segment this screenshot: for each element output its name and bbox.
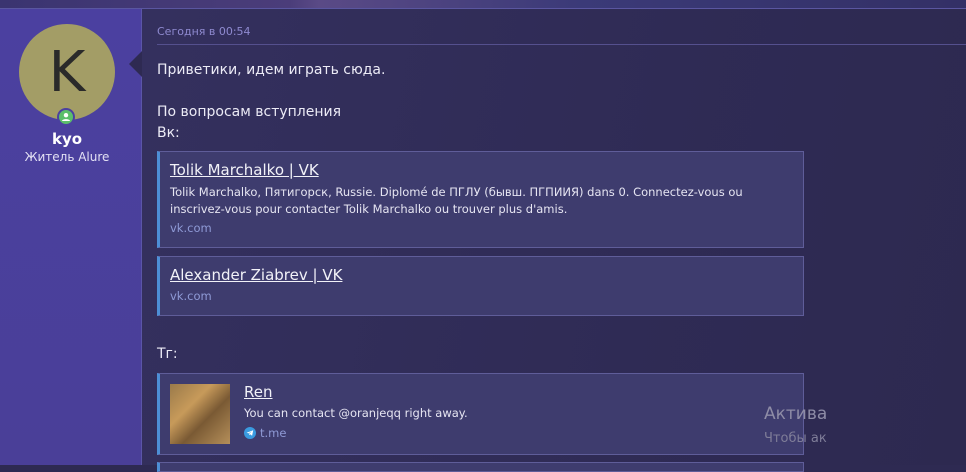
link-preview-domain-row: t.me <box>244 426 286 440</box>
link-preview-vk-1[interactable]: Tolik Marchalko | VK Tolik Marchalko, Пя… <box>157 151 804 248</box>
link-preview-title[interactable]: Alexander Ziabrev | VK <box>170 266 342 284</box>
username-link[interactable]: kyo <box>0 130 134 148</box>
telegram-icon <box>244 427 256 439</box>
online-status-icon <box>57 108 75 126</box>
message-content: Сегодня в 00:54 Приветики, идем играть с… <box>142 9 966 472</box>
link-preview-tg[interactable]: Ren You can contact @oranjeqq right away… <box>157 373 804 455</box>
link-preview-description: Tolik Marchalko, Пятигорск, Russie. Dipl… <box>170 185 743 216</box>
link-preview-vk-2[interactable]: Alexander Ziabrev | VK vk.com <box>157 256 804 316</box>
post-date-link[interactable]: Сегодня в 00:54 <box>157 25 251 38</box>
user-title: Житель Alure <box>24 150 110 164</box>
post-text-line-2: По вопросам вступления <box>157 104 342 120</box>
divider <box>157 44 966 45</box>
link-preview-partial <box>157 462 804 472</box>
top-banner-strip <box>0 0 966 9</box>
message-user-sidebar: K kyo Житель Alure <box>0 9 142 465</box>
post-text-line-1: Приветики, идем играть сюда. <box>157 62 386 78</box>
link-preview-domain: vk.com <box>170 221 212 235</box>
avatar[interactable]: K <box>19 24 115 120</box>
link-preview-domain: vk.com <box>170 289 212 303</box>
activation-watermark-title: Актива <box>764 404 828 424</box>
link-preview-title[interactable]: Ren <box>244 383 272 401</box>
link-preview-description: You can contact @oranjeqq right away. <box>244 406 468 420</box>
message-arrow <box>129 51 142 77</box>
link-preview-domain: t.me <box>260 426 287 440</box>
vk-label: Вк: <box>157 125 180 141</box>
link-preview-title[interactable]: Tolik Marchalko | VK <box>170 161 319 179</box>
link-preview-thumbnail <box>170 384 230 444</box>
avatar-letter: K <box>48 39 86 105</box>
activation-watermark-subtitle: Чтобы ак <box>764 431 827 446</box>
tg-label: Тг: <box>157 346 178 362</box>
